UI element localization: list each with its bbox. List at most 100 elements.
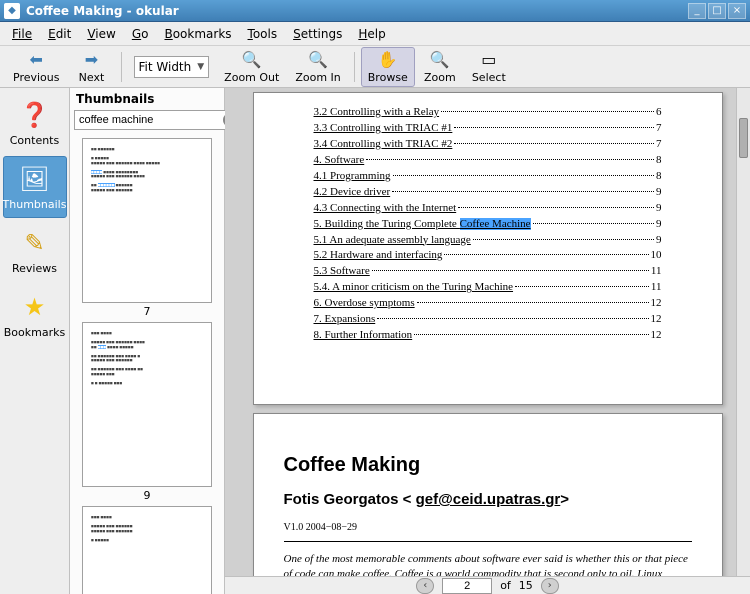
menu-file[interactable]: File: [4, 24, 40, 44]
toc-leader-dots: [366, 159, 654, 160]
prev-page-button[interactable]: ‹: [416, 578, 434, 594]
menu-view[interactable]: View: [79, 24, 123, 44]
document-viewer: 3.2 Controlling with a Relay 63.3 Control…: [225, 88, 750, 594]
toolbar-separator: [354, 52, 355, 82]
help-icon: ❓: [19, 99, 51, 131]
doc-version: V1.0 2004−08−29: [284, 522, 692, 542]
zoom-in-button[interactable]: 🔍 Zoom In: [288, 47, 347, 87]
toc-entry-title: 3.2 Controlling with a Relay: [314, 105, 440, 121]
toc-entry-title: 4.3 Connecting with the Internet: [314, 201, 457, 217]
tab-contents[interactable]: ❓ Contents: [3, 92, 67, 154]
current-page-input[interactable]: [442, 578, 492, 594]
thumbnails-search-row: × ⚲: [70, 110, 224, 134]
toc-entry-title: 5. Building the Turing Complete Coffee M…: [314, 217, 531, 233]
doc-title: Coffee Making: [284, 454, 692, 477]
close-button[interactable]: ×: [728, 3, 746, 19]
toc-entry[interactable]: 3.3 Controlling with TRIAC #17: [314, 121, 662, 137]
toc-entry[interactable]: 6. Overdose symptoms12: [314, 296, 662, 312]
minimize-button[interactable]: _: [688, 3, 706, 19]
browse-button[interactable]: ✋ Browse: [361, 47, 415, 87]
toc-entry[interactable]: 4. Software8: [314, 153, 662, 169]
chevron-left-icon: ‹: [423, 580, 427, 591]
toc-entry-page: 12: [651, 296, 662, 312]
toc-entry-title: 4.2 Device driver: [314, 185, 391, 201]
thumbnail-page-number: 7: [82, 305, 212, 318]
pencil-icon: ✎: [19, 227, 51, 259]
hand-icon: ✋: [378, 50, 398, 70]
thumbnails-search-input[interactable]: [74, 110, 240, 130]
total-pages: 15: [519, 579, 533, 592]
thumbnail-page[interactable]: ■■■ ■■■■ ■■■■■ ■■■ ■■■■■■ ■■■■■ ■■■ ■■■■…: [82, 506, 212, 594]
doc-intro: One of the most memorable comments about…: [284, 552, 692, 576]
toolbar: ⬅ Previous ➡ Next Fit Width ▼ 🔍 Zoom Out…: [0, 46, 750, 88]
toc-leader-dots: [393, 175, 655, 176]
zoom-mode-combo[interactable]: Fit Width ▼: [134, 56, 210, 78]
toc-entry[interactable]: 5.1 An adequate assembly language9: [314, 233, 662, 249]
menubar: File Edit View Go Bookmarks Tools Settin…: [0, 22, 750, 46]
toc-entry[interactable]: 4.1 Programming8: [314, 169, 662, 185]
toc-leader-dots: [515, 286, 649, 287]
toc-leader-dots: [473, 239, 654, 240]
magnifier-icon: 🔍: [430, 50, 450, 70]
toc-entry-page: 9: [656, 233, 662, 249]
menu-bookmarks[interactable]: Bookmarks: [156, 24, 239, 44]
toc-entry-page: 7: [656, 121, 662, 137]
toc-entry[interactable]: 8. Further Information12: [314, 328, 662, 344]
menu-go[interactable]: Go: [124, 24, 157, 44]
toc-entry[interactable]: 5. Building the Turing Complete Coffee M…: [314, 217, 662, 233]
toc-entry[interactable]: 5.4. A minor criticism on the Turing Mac…: [314, 280, 662, 296]
previous-button[interactable]: ⬅ Previous: [6, 47, 67, 87]
toc-entry-title: 3.4 Controlling with TRIAC #2: [314, 137, 453, 153]
viewer-scroll[interactable]: 3.2 Controlling with a Relay 63.3 Control…: [225, 88, 750, 576]
next-page-button[interactable]: ›: [541, 578, 559, 594]
author-email-link[interactable]: gef@ceid.upatras.gr: [416, 491, 561, 508]
zoom-out-icon: 🔍: [242, 50, 262, 70]
toc-entry-page: 9: [656, 217, 662, 233]
toc-entry[interactable]: 7. Expansions12: [314, 312, 662, 328]
toc-leader-dots: [392, 191, 654, 192]
document-page: Coffee Making Fotis Georgatos < gef@ceid…: [253, 413, 723, 576]
thumbnails-panel: Thumbnails × ⚲ ■■ ■■■■■■ ■ ■■■■■ ■■■■■ ■…: [70, 88, 225, 594]
toc-entry[interactable]: 5.2 Hardware and interfacing10: [314, 248, 662, 264]
toc-entry[interactable]: 5.3 Software11: [314, 264, 662, 280]
titlebar: ◆ Coffee Making - okular _ □ ×: [0, 0, 750, 22]
toc-entry[interactable]: 3.2 Controlling with a Relay 6: [314, 105, 662, 121]
thumbnails-list[interactable]: ■■ ■■■■■■ ■ ■■■■■ ■■■■■ ■■■ ■■■■■■ ■■■■ …: [70, 134, 224, 594]
sidebar-tabs: ❓ Contents 🖼 Thumbnails ✎ Reviews ★ Book…: [0, 88, 70, 594]
tab-thumbnails[interactable]: 🖼 Thumbnails: [3, 156, 67, 218]
arrow-left-icon: ⬅: [26, 50, 46, 70]
toc-leader-dots: [377, 318, 648, 319]
arrow-right-icon: ➡: [82, 50, 102, 70]
thumbnails-header: Thumbnails: [70, 88, 224, 110]
doc-author: Fotis Georgatos < gef@ceid.upatras.gr>: [284, 491, 692, 508]
toc-entry[interactable]: 3.4 Controlling with TRIAC #27: [314, 137, 662, 153]
thumbnail-page-number: 9: [82, 489, 212, 502]
thumbnail-image: ■■ ■■■■■■ ■ ■■■■■ ■■■■■ ■■■ ■■■■■■ ■■■■ …: [82, 138, 212, 303]
toc-entry-title: 5.3 Software: [314, 264, 370, 280]
menu-settings[interactable]: Settings: [285, 24, 350, 44]
toc-entry-title: 4.1 Programming: [314, 169, 391, 185]
tab-bookmarks[interactable]: ★ Bookmarks: [3, 284, 67, 346]
tab-reviews[interactable]: ✎ Reviews: [3, 220, 67, 282]
zoom-tool-button[interactable]: 🔍 Zoom: [417, 47, 463, 87]
zoom-out-button[interactable]: 🔍 Zoom Out: [217, 47, 286, 87]
toc-entry-page: 10: [651, 248, 662, 264]
toc-entry[interactable]: 4.2 Device driver9: [314, 185, 662, 201]
of-label: of: [500, 579, 511, 592]
toc-entry-title: 4. Software: [314, 153, 365, 169]
toc-entry[interactable]: 4.3 Connecting with the Internet9: [314, 201, 662, 217]
toc-entry-title: 5.4. A minor criticism on the Turing Mac…: [314, 280, 514, 296]
vertical-scrollbar[interactable]: [736, 88, 750, 576]
menu-help[interactable]: Help: [350, 24, 393, 44]
toc-leader-dots: [414, 334, 648, 335]
thumbnail-page[interactable]: ■■ ■■■■■■ ■ ■■■■■ ■■■■■ ■■■ ■■■■■■ ■■■■ …: [82, 138, 212, 318]
toc-entry-page: 6: [656, 105, 662, 121]
maximize-button[interactable]: □: [708, 3, 726, 19]
thumbnail-page[interactable]: ■■■ ■■■■ ■■■■■ ■■■ ■■■■■■ ■■■■ ■■ ■■■ ■■…: [82, 322, 212, 502]
toc-entry-page: 12: [651, 328, 662, 344]
select-button[interactable]: ▭ Select: [465, 47, 513, 87]
menu-tools[interactable]: Tools: [240, 24, 286, 44]
menu-edit[interactable]: Edit: [40, 24, 79, 44]
next-button[interactable]: ➡ Next: [69, 47, 115, 87]
scrollbar-thumb[interactable]: [739, 118, 748, 158]
